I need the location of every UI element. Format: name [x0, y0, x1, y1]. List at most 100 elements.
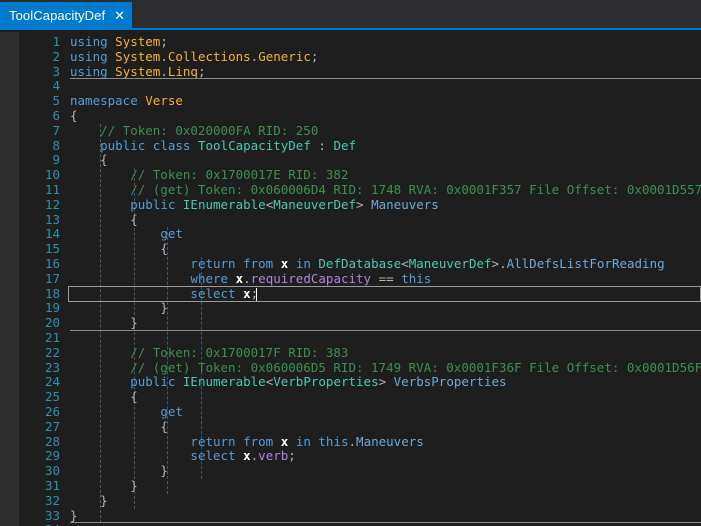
code-token: Generic: [258, 48, 311, 64]
code-line[interactable]: 1 using System;: [0, 34, 701, 50]
code-line[interactable]: 11 // (get) Token: 0x060006D4 RID: 1748 …: [0, 182, 701, 198]
code-line[interactable]: 6{: [0, 108, 701, 124]
line-number: 5: [52, 93, 60, 109]
code-line[interactable]: 10 // Token: 0x1700017E RID: 382: [0, 167, 701, 183]
code-token: this: [318, 433, 349, 449]
code-line-text: public IEnumerable<VerbProperties> Verbs…: [70, 374, 506, 390]
code-line[interactable]: 12 public IEnumerable<ManeuverDef> Maneu…: [0, 196, 701, 213]
line-number: 27: [44, 418, 60, 434]
code-line[interactable]: 22 // Token: 0x1700017F RID: 383: [0, 344, 701, 361]
code-token: // Token: 0x020000FA RID: 250: [70, 122, 319, 138]
code-line-text: }: [70, 300, 168, 316]
code-line[interactable]: 28 return from x in this.Maneuvers: [0, 433, 701, 450]
line-number: 3: [52, 63, 60, 79]
code-token: using: [70, 63, 108, 79]
code-token: {: [100, 152, 108, 168]
code-token: // Token: 0x1700017F RID: 383: [70, 344, 349, 360]
code-line-text: }: [70, 493, 108, 509]
code-line-text: {: [70, 389, 138, 405]
code-line[interactable]: 24 public IEnumerable<VerbProperties> Ve…: [0, 374, 701, 390]
code-line-text: {: [70, 212, 138, 228]
code-token: <: [401, 256, 409, 271]
code-token: ;: [197, 63, 206, 79]
code-line[interactable]: 33}: [0, 508, 701, 524]
code-token: .: [160, 63, 168, 79]
line-number: 18: [44, 285, 60, 301]
line-number: 22: [44, 344, 60, 360]
code-line[interactable]: 21: [0, 330, 701, 346]
code-token: ;: [288, 448, 296, 464]
code-editor[interactable]: 1 using System; 2 using System.Collections.…: [0, 32, 701, 526]
code-line[interactable]: 4: [0, 79, 701, 94]
code-token: {: [70, 108, 78, 123]
line-number: 30: [44, 463, 60, 479]
code-line[interactable]: 15 {: [0, 241, 701, 257]
code-token: ==: [378, 270, 394, 286]
line-number: 16: [44, 256, 60, 271]
code-token: Verse: [145, 93, 183, 109]
code-line[interactable]: 14 get: [0, 226, 701, 242]
code-line[interactable]: 20 }: [0, 315, 701, 331]
code-line[interactable]: 2 using System.Collections.Generic;: [0, 48, 701, 65]
code-text-area[interactable]: 1 using System; 2 using System.Collections.…: [0, 32, 701, 526]
code-line[interactable]: 23 // (get) Token: 0x060006D5 RID: 1749 …: [0, 360, 701, 376]
code-line[interactable]: 25 {: [0, 389, 701, 405]
code-line[interactable]: 7 // Token: 0x020000FA RID: 250: [0, 122, 701, 139]
code-token: public: [130, 196, 176, 212]
line-number: 2: [52, 48, 60, 64]
code-token: VerbProperties: [273, 374, 379, 390]
close-icon[interactable]: ✕: [114, 9, 125, 22]
code-token: Linq: [167, 63, 198, 79]
code-token: verb: [258, 448, 289, 464]
code-token: >: [378, 374, 387, 390]
line-number: 17: [44, 270, 60, 286]
editor-tab-toolcapacitydef[interactable]: ToolCapacityDef ✕: [0, 2, 133, 28]
line-number: 8: [52, 137, 60, 153]
code-line[interactable]: 18 select x;: [0, 285, 701, 302]
line-number: 11: [44, 182, 60, 197]
text-caret: [255, 287, 257, 301]
code-line[interactable]: 26 get: [0, 404, 701, 420]
code-token: where: [190, 270, 229, 286]
code-line[interactable]: 30 }: [0, 463, 701, 479]
line-number: 29: [44, 448, 60, 464]
code-line[interactable]: 32 }: [0, 493, 701, 509]
code-line[interactable]: 9 {: [0, 152, 701, 168]
code-line-text: where x.requiredCapacity == this: [70, 270, 431, 287]
code-line[interactable]: 5 namespace Verse: [0, 93, 701, 109]
code-line-text: select x.verb;: [70, 448, 296, 464]
code-line[interactable]: 27 {: [0, 418, 701, 435]
code-line-text: // Token: 0x1700017F RID: 383: [70, 344, 349, 361]
code-line[interactable]: 16 return from x in DefDatabase<Maneuver…: [0, 256, 701, 272]
code-token: >: [491, 256, 500, 271]
code-token: .: [499, 256, 507, 271]
code-line-text: select x;: [70, 286, 258, 302]
code-line[interactable]: 3 using System.Linq;: [0, 63, 701, 80]
code-line-text: {: [70, 152, 108, 168]
code-line-text: using System.Linq;: [70, 63, 206, 80]
code-line[interactable]: 29 select x.verb;: [0, 448, 701, 464]
code-token: .: [160, 48, 168, 64]
code-line[interactable]: 17 where x.requiredCapacity == this: [0, 270, 701, 287]
member-separator-line: [70, 78, 701, 80]
code-line[interactable]: 13 {: [0, 212, 701, 228]
code-line[interactable]: 31 }: [0, 478, 701, 494]
code-line[interactable]: 8 public class ToolCapacityDef : Def: [0, 137, 701, 154]
code-line[interactable]: 19 }: [0, 300, 701, 316]
code-line-text: get: [70, 226, 183, 242]
